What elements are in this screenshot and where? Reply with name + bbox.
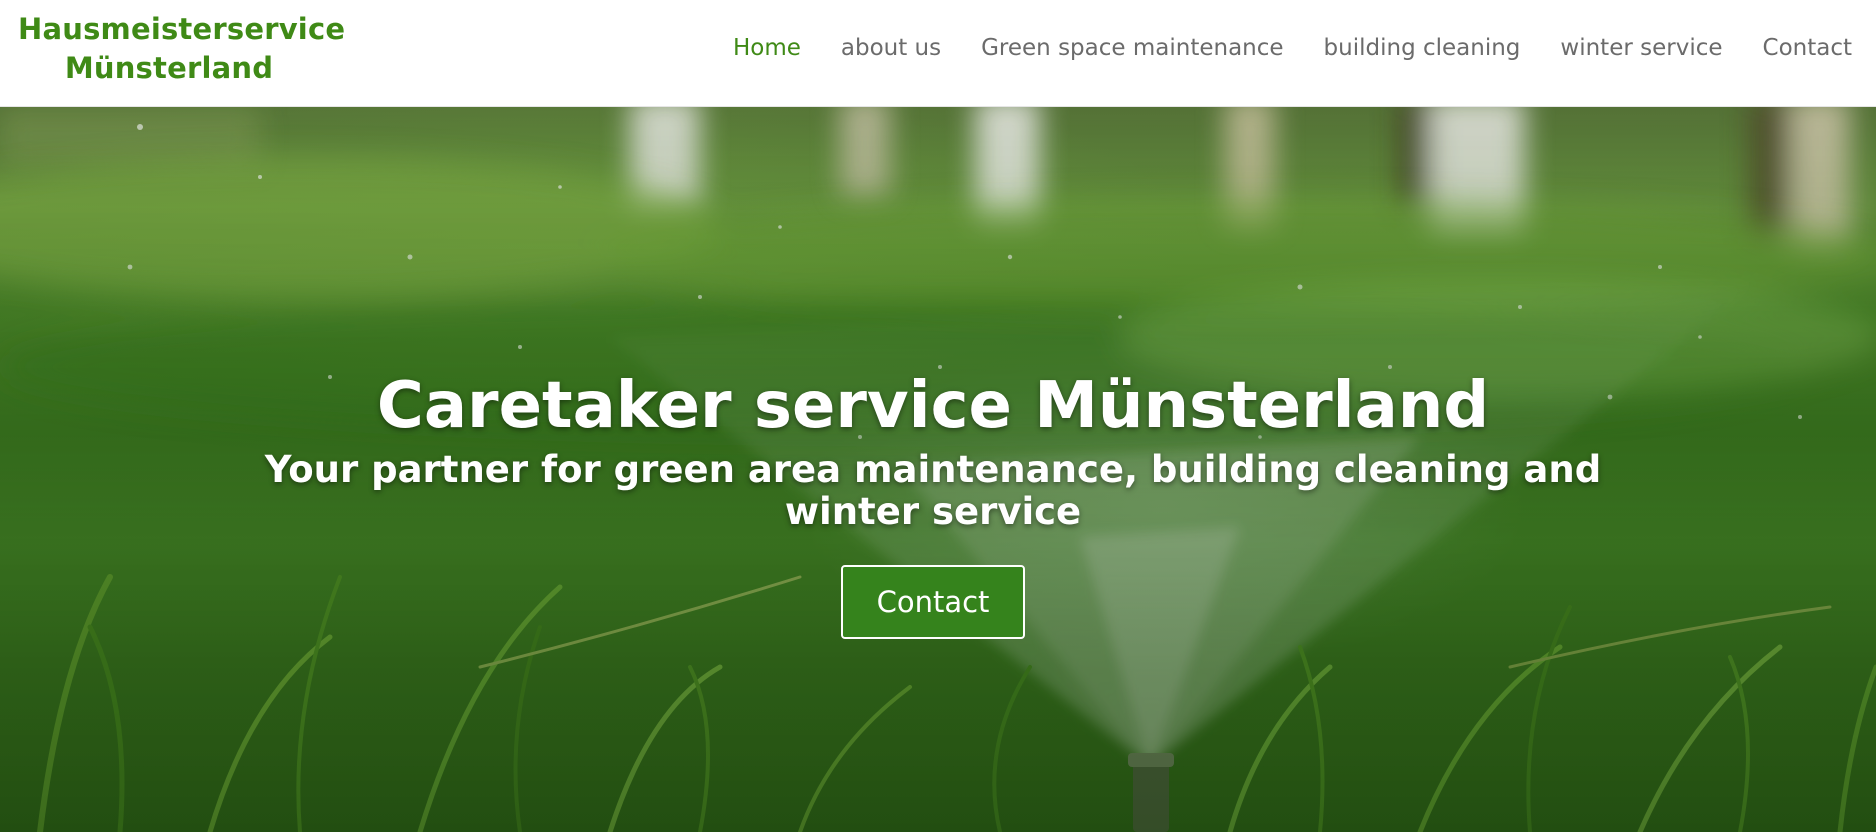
site-logo[interactable]: Hausmeisterservice Münsterland [18, 10, 346, 88]
site-header: Hausmeisterservice Münsterland Home abou… [0, 0, 1876, 107]
nav-item-about-us[interactable]: about us [841, 35, 941, 61]
nav-item-green-space-maintenance[interactable]: Green space maintenance [981, 35, 1283, 61]
main-nav: Home about us Green space maintenance bu… [733, 30, 1852, 66]
hero-subtitle: Your partner for green area maintenance,… [264, 448, 1602, 533]
logo-line-1: Hausmeisterservice [18, 12, 346, 46]
hero-content: Caretaker service Münsterland Your partn… [0, 367, 1866, 639]
nav-item-building-cleaning[interactable]: building cleaning [1324, 35, 1521, 61]
nav-item-contact[interactable]: Contact [1763, 35, 1852, 61]
hero-section: Caretaker service Münsterland Your partn… [0, 107, 1876, 832]
contact-button[interactable]: Contact [841, 565, 1025, 639]
nav-item-winter-service[interactable]: winter service [1560, 35, 1722, 61]
logo-line-2: Münsterland [64, 51, 274, 85]
hero-title: Caretaker service Münsterland [376, 369, 1490, 443]
nav-item-home[interactable]: Home [733, 35, 801, 61]
